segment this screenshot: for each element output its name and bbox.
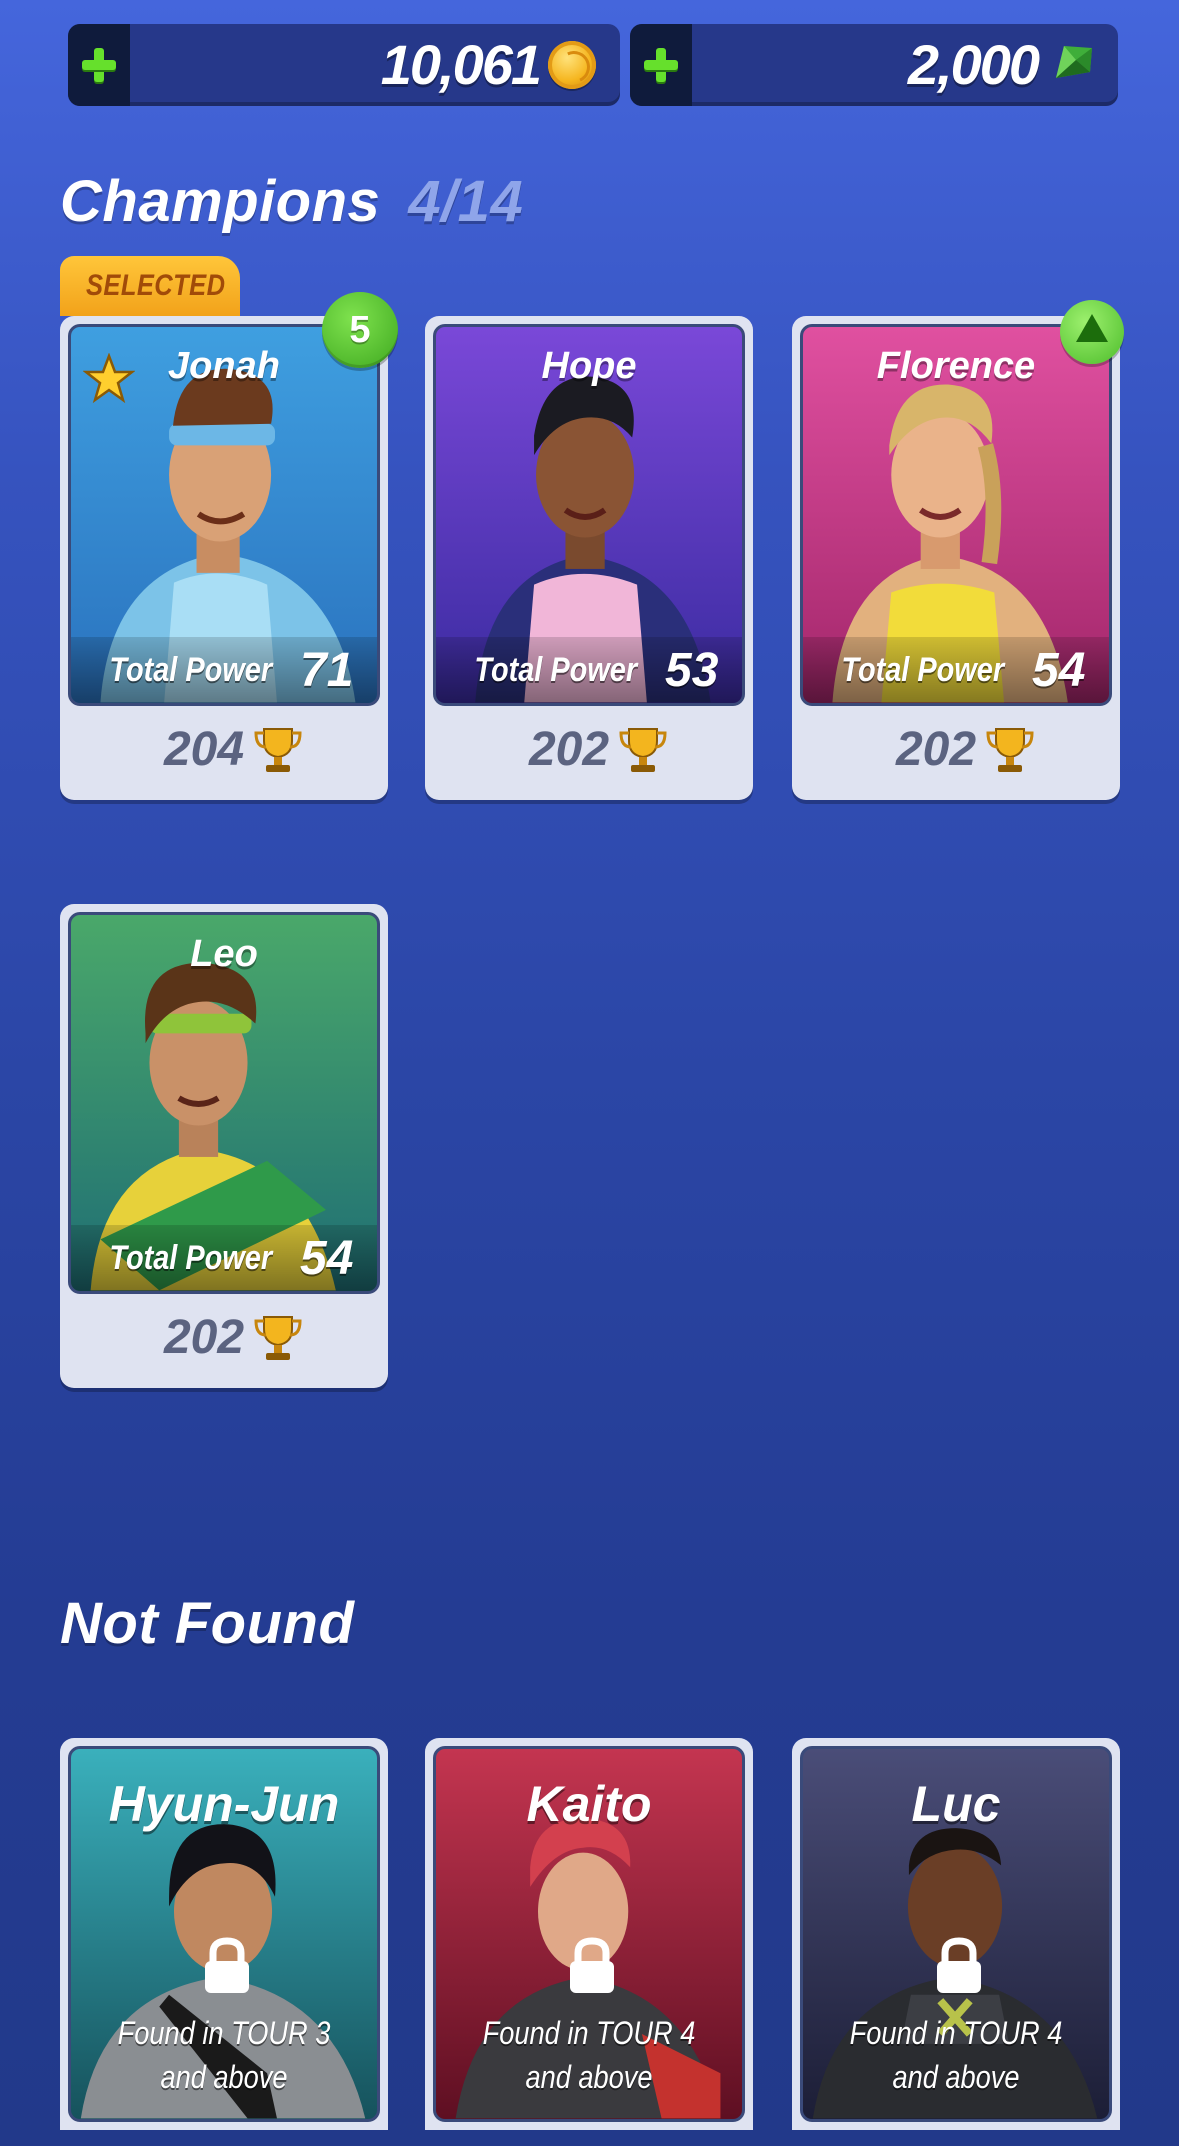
plus-icon	[82, 48, 116, 82]
locked-name: Hyun-Jun	[108, 1776, 340, 1832]
locked-name: Luc	[911, 1776, 1001, 1832]
requirement-text: Found in TOUR 4 and above	[813, 2011, 1099, 2099]
power-value: 53	[665, 643, 719, 697]
gems-amount: 2,000	[907, 33, 1040, 96]
trophy-count: 204	[163, 722, 245, 776]
trophy-count: 202	[528, 722, 610, 776]
champion-portrait: Florence Total Power 54	[800, 324, 1112, 706]
locked-name: Kaito	[526, 1776, 652, 1832]
lock-icon	[570, 1937, 614, 1993]
champion-card-jonah[interactable]: Jonah Total Power 71 204 5	[60, 292, 398, 800]
add-gems-button[interactable]	[630, 24, 692, 106]
upgrade-arrow-icon	[1060, 300, 1124, 364]
locked-portrait: Hyun-Jun Found in TOUR 3 and above	[68, 1746, 380, 2122]
champions-count: 4/14	[408, 169, 524, 234]
trophy-row: 202	[60, 1302, 388, 1372]
trophy-icon	[619, 728, 667, 772]
power-label: Total Power	[108, 1238, 272, 1277]
power-band: Total Power 54	[71, 1225, 377, 1291]
not-found-heading: Not Found	[60, 1591, 355, 1656]
add-coins-button[interactable]	[68, 24, 130, 106]
trophy-count: 202	[895, 722, 977, 776]
gem-icon	[1056, 46, 1092, 78]
champion-portrait: Leo Total Power 54	[68, 912, 380, 1294]
requirement-text: Found in TOUR 4 and above	[446, 2011, 732, 2099]
power-band: Total Power 71	[71, 637, 377, 703]
lock-icon	[205, 1937, 249, 1993]
gems-counter[interactable]: 2,000	[630, 24, 1118, 106]
power-band: Total Power 53	[436, 637, 742, 703]
coins-counter[interactable]: 10,061	[68, 24, 620, 106]
trophy-row: 202	[425, 714, 753, 784]
requirement-label: Found in TOUR 4 and above	[482, 2015, 696, 2095]
trophy-count: 202	[163, 1310, 245, 1364]
power-band: Total Power 54	[803, 637, 1109, 703]
locked-card-luc[interactable]: Luc Found in TOUR 4 and above	[792, 1738, 1120, 2130]
trophy-icon	[986, 728, 1034, 772]
star-icon	[83, 353, 135, 404]
champion-portrait: Hope Total Power 53	[433, 324, 745, 706]
power-value: 54	[300, 1231, 354, 1285]
champion-name: Florence	[876, 345, 1036, 387]
trophy-row: 202	[792, 714, 1120, 784]
power-value: 54	[1032, 643, 1086, 697]
requirement-label: Found in TOUR 3 and above	[117, 2015, 331, 2095]
power-label: Total Power	[840, 650, 1004, 689]
locked-card-kaito[interactable]: Kaito Found in TOUR 4 and above	[425, 1738, 753, 2130]
selected-label: SELECTED	[86, 269, 226, 302]
locked-portrait: Kaito Found in TOUR 4 and above	[433, 1746, 745, 2122]
coins-amount: 10,061	[380, 33, 542, 96]
coin-icon	[548, 41, 596, 89]
power-label: Total Power	[473, 650, 637, 689]
locked-card-hyun-jun[interactable]: Hyun-Jun Found in TOUR 3 and above	[60, 1738, 388, 2130]
champions-heading: Champions 4/14	[60, 168, 523, 235]
champion-name: Leo	[190, 933, 258, 975]
champion-card-florence[interactable]: Florence Total Power 54 202	[792, 300, 1124, 800]
trophy-row: 204	[60, 714, 388, 784]
champion-card-hope[interactable]: Hope Total Power 53 202	[425, 316, 753, 800]
locked-portrait: Luc Found in TOUR 4 and above	[800, 1746, 1112, 2122]
power-value: 71	[300, 643, 354, 697]
champion-name: Hope	[541, 345, 637, 387]
lock-icon	[937, 1937, 981, 1993]
trophy-icon	[254, 1316, 302, 1360]
requirement-label: Found in TOUR 4 and above	[849, 2015, 1063, 2095]
requirement-text: Found in TOUR 3 and above	[81, 2011, 367, 2099]
champion-card-leo[interactable]: Leo Total Power 54 202	[60, 904, 388, 1388]
plus-icon	[644, 48, 678, 82]
trophy-icon	[254, 728, 302, 772]
selected-tab: SELECTED	[60, 256, 240, 316]
level-badge: 5	[322, 292, 398, 368]
champion-portrait: Jonah Total Power 71	[68, 324, 380, 706]
power-label: Total Power	[108, 650, 272, 689]
section-title: Champions	[60, 169, 381, 234]
